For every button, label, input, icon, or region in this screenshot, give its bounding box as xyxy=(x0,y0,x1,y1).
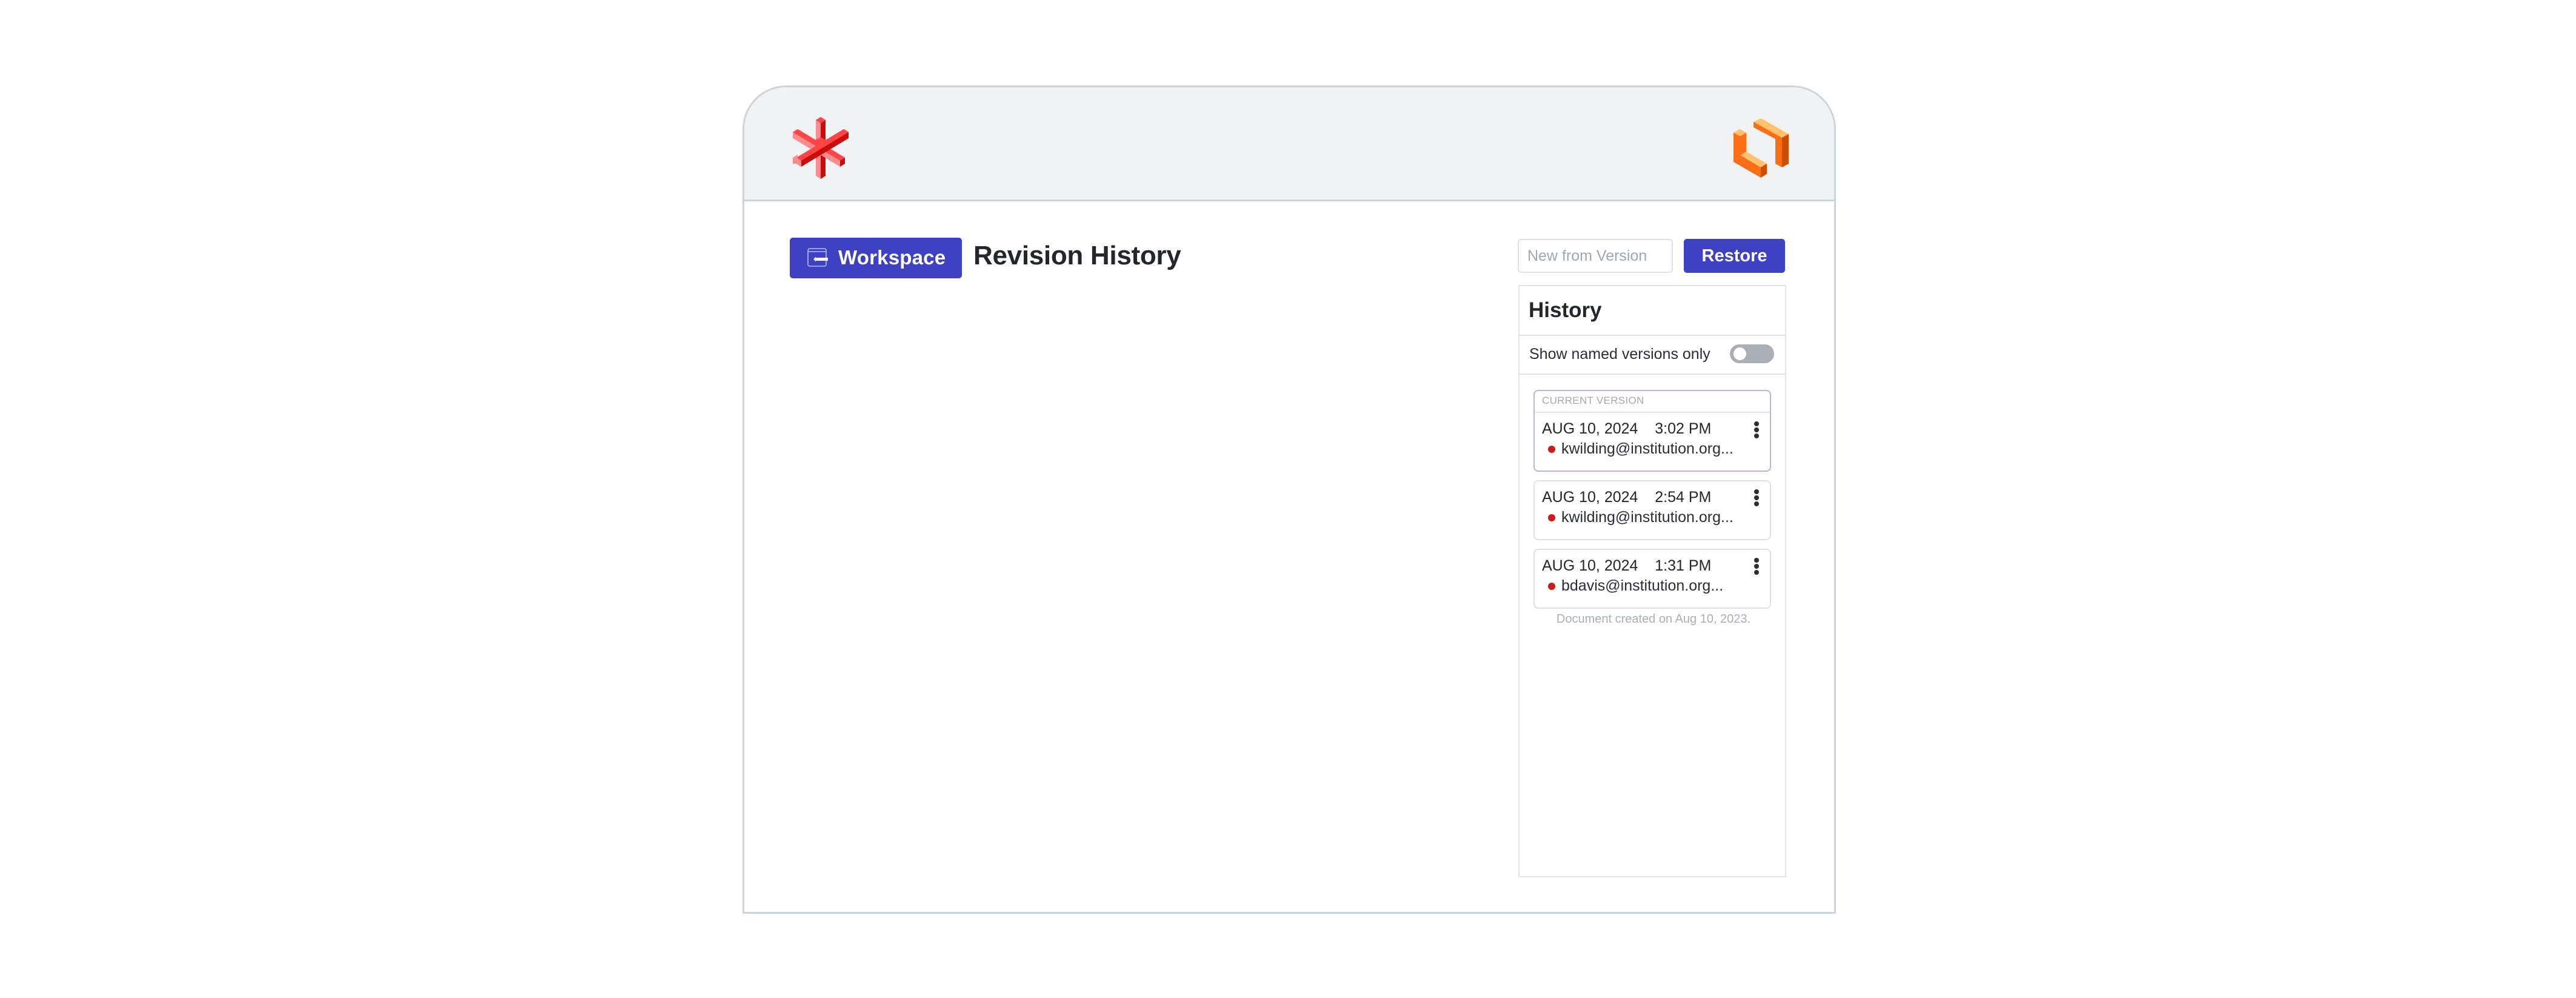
version-author: bdavis@institution.org... xyxy=(1561,577,1724,594)
orange-brackets-logo-icon xyxy=(1733,118,1789,178)
author-dot-icon xyxy=(1548,445,1555,453)
more-options-icon[interactable] xyxy=(1753,421,1760,440)
version-list: CURRENT VERSION AUG 10, 2024 3:02 PM kwi… xyxy=(1533,390,1771,617)
version-author-row: kwilding@institution.org... xyxy=(1548,509,1733,526)
restore-button[interactable]: Restore xyxy=(1684,239,1785,273)
version-author: kwilding@institution.org... xyxy=(1561,509,1733,526)
named-versions-label: Show named versions only xyxy=(1529,346,1710,363)
version-time: 2:54 PM xyxy=(1655,489,1712,506)
top-bar xyxy=(744,87,1834,201)
document-created-note: Document created on Aug 10, 2023. xyxy=(1556,612,1751,626)
version-card[interactable]: AUG 10, 2024 2:54 PM kwilding@institutio… xyxy=(1533,480,1771,540)
page-title: Revision History xyxy=(973,241,1181,270)
named-versions-toggle[interactable] xyxy=(1730,344,1774,363)
version-date: AUG 10, 2024 xyxy=(1542,420,1638,437)
version-time: 3:02 PM xyxy=(1655,420,1712,437)
new-from-version-input[interactable] xyxy=(1518,239,1673,273)
version-card-current[interactable]: CURRENT VERSION AUG 10, 2024 3:02 PM kwi… xyxy=(1533,390,1771,472)
workspace-button-label: Workspace xyxy=(838,246,946,269)
version-datetime: AUG 10, 2024 1:31 PM xyxy=(1542,557,1711,575)
named-versions-filter-row: Show named versions only xyxy=(1520,336,1785,375)
history-title: History xyxy=(1529,298,1602,322)
history-panel: History Show named versions only CURRENT… xyxy=(1518,285,1786,877)
version-date: AUG 10, 2024 xyxy=(1542,557,1638,574)
toggle-knob xyxy=(1733,347,1746,360)
version-card[interactable]: AUG 10, 2024 1:31 PM bdavis@institution.… xyxy=(1533,549,1771,609)
current-version-label: CURRENT VERSION xyxy=(1535,391,1770,413)
red-asterisk-logo-icon xyxy=(793,117,849,179)
version-time: 1:31 PM xyxy=(1655,557,1712,574)
more-options-icon[interactable] xyxy=(1753,558,1760,576)
more-options-icon[interactable] xyxy=(1753,489,1760,507)
version-datetime: AUG 10, 2024 2:54 PM xyxy=(1542,489,1711,506)
workspace-button[interactable]: Workspace xyxy=(790,238,962,278)
author-dot-icon xyxy=(1548,582,1555,590)
exit-panel-arrow-icon xyxy=(807,248,828,267)
version-author-row: bdavis@institution.org... xyxy=(1548,577,1723,595)
history-panel-header: History xyxy=(1520,286,1785,336)
version-datetime: AUG 10, 2024 3:02 PM xyxy=(1542,420,1711,438)
version-date: AUG 10, 2024 xyxy=(1542,489,1638,506)
version-author: kwilding@institution.org... xyxy=(1561,440,1733,457)
author-dot-icon xyxy=(1548,514,1555,521)
version-author-row: kwilding@institution.org... xyxy=(1548,440,1733,458)
app-window: Workspace Revision History Restore Histo… xyxy=(742,85,1836,914)
